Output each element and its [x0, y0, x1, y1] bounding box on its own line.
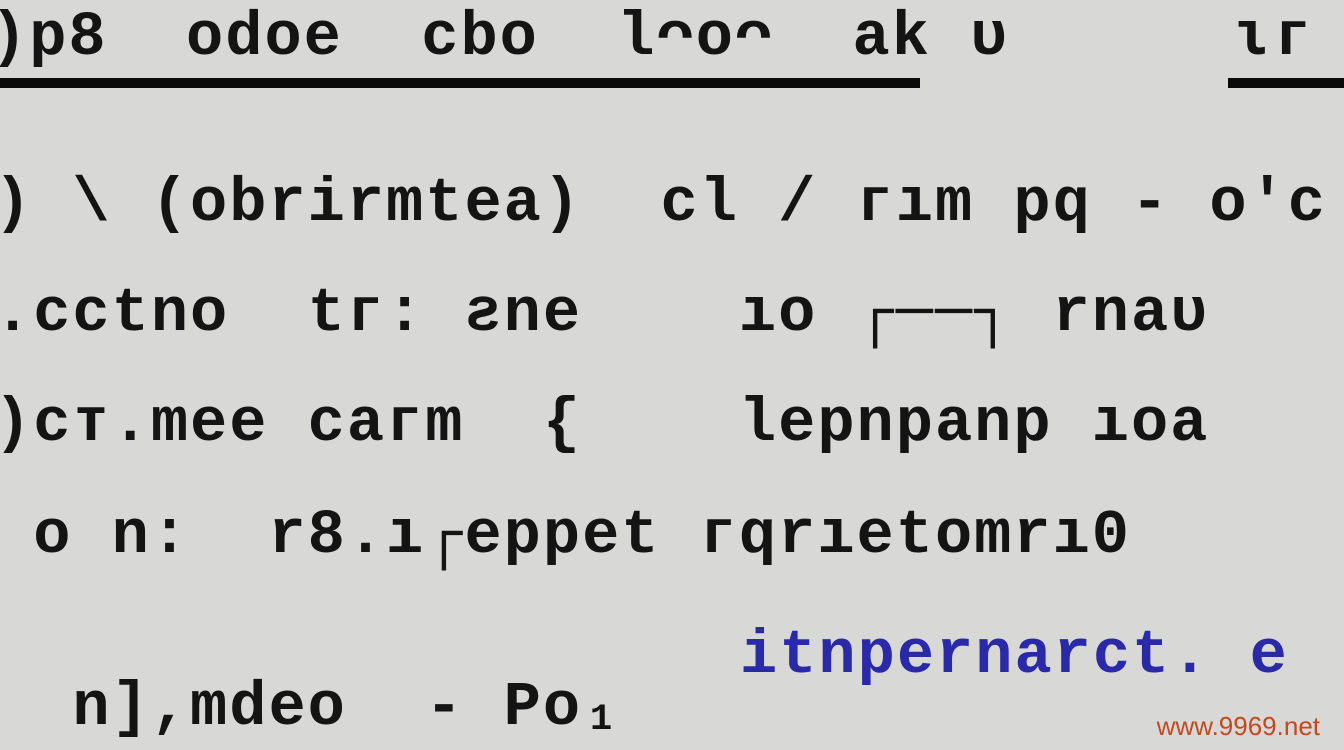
watermark-text: www.9969.net — [1157, 711, 1320, 742]
body-line-5-link[interactable]: itnpernarct. e — [740, 620, 1289, 691]
body-line-1: ) \ (obrirmtea) cl / ᴦım pq - o'c — [0, 168, 1327, 239]
header-text-left: )p8 odoe cbo lᴖoᴖ ak ᴜ — [0, 2, 1088, 73]
header-rule-left — [0, 78, 920, 88]
body-line-2: .cctno tᴦ: ƨne ıo ┌──┐ rnaᴜ — [0, 278, 1209, 349]
header-rule-right — [1228, 78, 1344, 88]
body-line-4: o n: r8.ı┌eppet ᴦqrıetomrı0 — [0, 500, 1131, 571]
body-line-5-left: n],mdeo - Po₁ — [0, 672, 621, 743]
body-line-3: )cᴛ.mee caᴦm { lepnpanp ıoa — [0, 388, 1209, 459]
header-row: )p8 odoe cbo lᴖoᴖ ak ᴜ ɩᴦ — [0, 0, 1344, 84]
header-text-right: ɩᴦ — [1235, 2, 1313, 73]
